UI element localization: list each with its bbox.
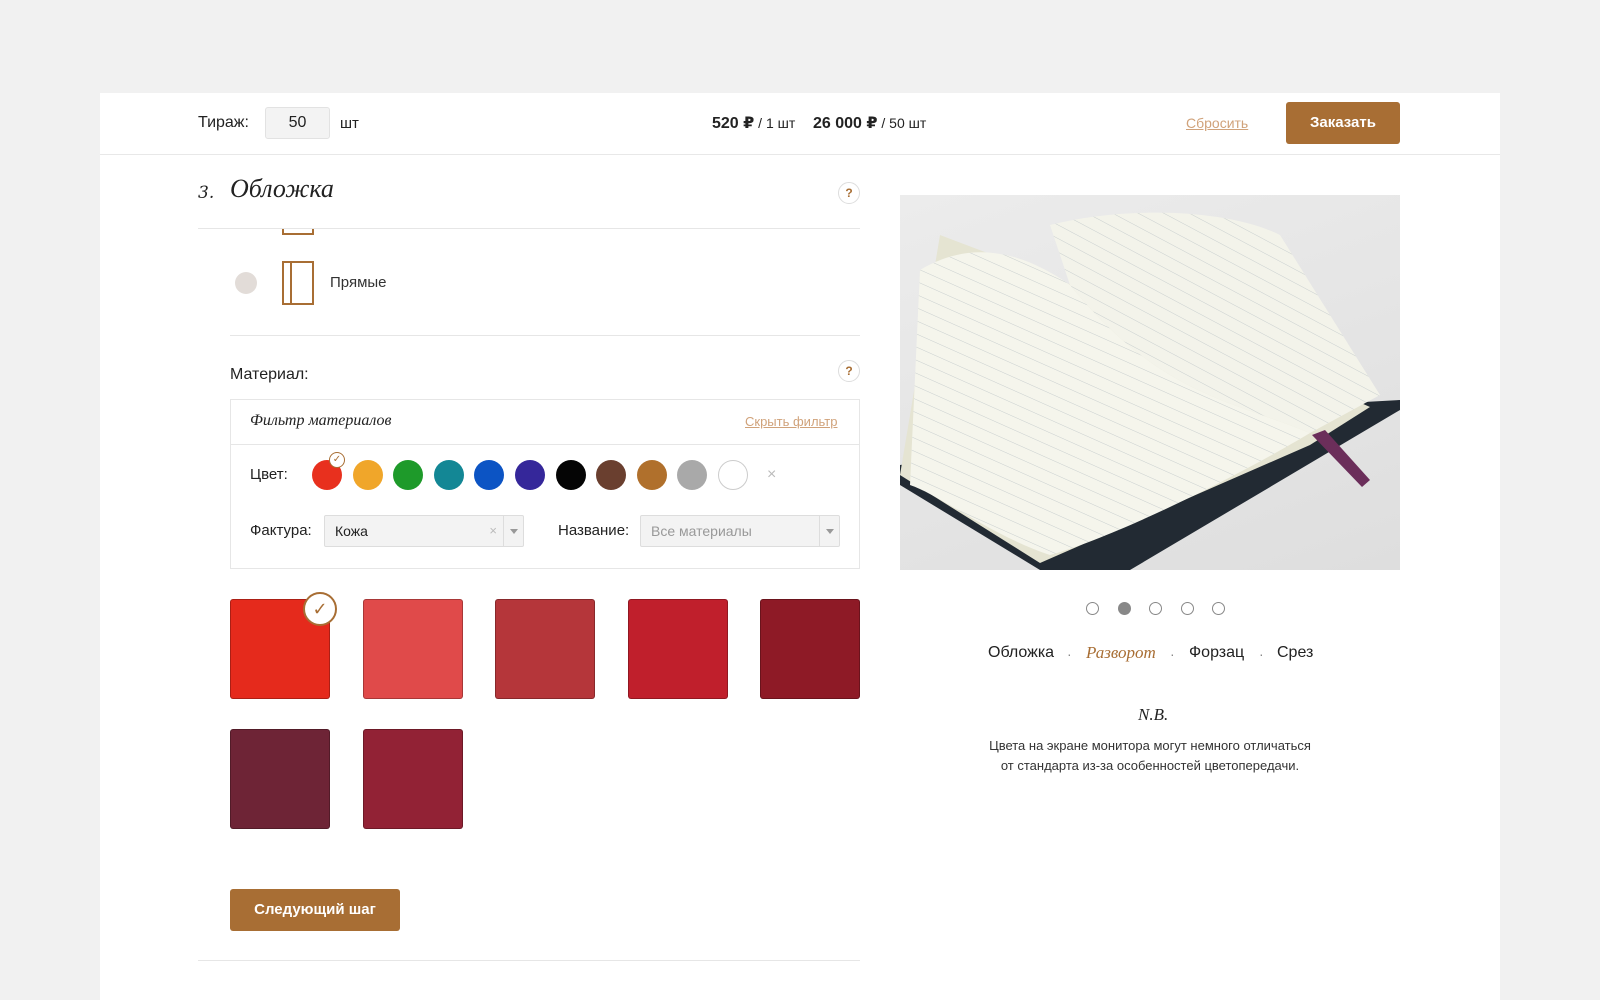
color-swatch[interactable] (636, 460, 667, 490)
color-swatch[interactable] (433, 460, 464, 490)
straight-corner-icon (282, 261, 314, 305)
slide-dot[interactable] (1086, 602, 1099, 615)
slide-dot[interactable] (1212, 602, 1225, 615)
chevron-down-icon[interactable] (503, 516, 523, 546)
corner-radio[interactable] (235, 272, 257, 294)
color-swatch[interactable] (718, 460, 748, 490)
next-step-button[interactable]: Следующий шаг (230, 889, 400, 931)
material-help-icon[interactable]: ? (838, 360, 860, 382)
nb-text: Цвета на экране монитора могут немного о… (960, 736, 1340, 776)
color-swatch[interactable] (515, 460, 545, 490)
view-tab-endpaper[interactable]: Форзац (1189, 644, 1244, 662)
texture-label: Фактура: (250, 522, 312, 539)
slide-dot[interactable] (1117, 602, 1131, 615)
corner-option-label[interactable]: Прямые (330, 274, 387, 291)
total-price-value: 26 000 ₽ (813, 115, 878, 132)
material-label: Материал: (230, 366, 309, 383)
nb-line-1: Цвета на экране монитора могут немного о… (989, 738, 1311, 753)
color-swatch[interactable] (555, 460, 586, 490)
unit-price-suffix: / 1 шт (754, 115, 796, 131)
corner-option-icon-partial (282, 229, 314, 235)
quantity-unit: шт (340, 115, 359, 132)
divider (198, 960, 860, 961)
nb-title: N.B. (1138, 705, 1169, 724)
notebook-spread-illustration (900, 212, 1400, 570)
texture-value: Кожа (335, 523, 368, 539)
name-placeholder: Все материалы (651, 523, 752, 539)
material-tile[interactable] (760, 599, 860, 699)
filter-divider (231, 444, 859, 445)
slide-dot[interactable] (1149, 602, 1162, 615)
step-number: 3. (198, 183, 215, 203)
material-tile[interactable] (495, 599, 595, 699)
texture-select[interactable]: Кожа × (324, 515, 524, 547)
selected-check-icon: ✓ (329, 452, 345, 468)
view-separator: · (1170, 646, 1175, 662)
color-swatch[interactable] (393, 460, 424, 490)
material-tile[interactable] (230, 729, 330, 829)
hide-filter-link[interactable]: Скрыть фильтр (745, 414, 837, 429)
total-price: 26 000 ₽ / 50 шт (813, 113, 926, 133)
order-button[interactable]: Заказать (1286, 102, 1400, 144)
material-tile[interactable] (362, 729, 463, 829)
slide-dot[interactable] (1180, 602, 1194, 615)
clear-colors-icon[interactable]: × (767, 466, 776, 484)
chevron-down-icon[interactable] (819, 516, 839, 546)
view-separator: · (1259, 646, 1264, 662)
cover-help-icon[interactable]: ? (838, 182, 860, 204)
material-tile[interactable] (362, 599, 463, 699)
name-select[interactable]: Все материалы (640, 515, 840, 547)
quantity-label: Тираж: (198, 114, 249, 131)
nb-line-2: от стандарта из-за особенностей цветопер… (1000, 758, 1300, 773)
view-tab-spread[interactable]: Разворот (1086, 643, 1156, 663)
color-swatch[interactable] (352, 460, 383, 490)
notebook-preview-image (900, 195, 1400, 570)
step-title: Обложка (230, 174, 334, 203)
name-label: Название: (558, 522, 630, 539)
unit-price-value: 520 ₽ (712, 115, 755, 132)
quantity-input[interactable]: 50 (265, 107, 330, 139)
total-price-suffix: / 50 шт (877, 115, 927, 131)
view-tab-edge[interactable]: Срез (1277, 644, 1313, 662)
selected-check-icon: ✓ (303, 592, 337, 626)
color-swatch[interactable] (596, 460, 627, 490)
divider (230, 335, 860, 336)
reset-link[interactable]: Сбросить (1186, 115, 1248, 131)
view-tab-cover[interactable]: Обложка (988, 644, 1054, 662)
view-separator: · (1067, 646, 1072, 662)
material-tile[interactable] (627, 599, 728, 699)
spine-line (290, 263, 292, 303)
unit-price: 520 ₽ / 1 шт (712, 113, 795, 133)
texture-clear-icon[interactable]: × (489, 516, 497, 546)
filter-title: Фильтр материалов (250, 412, 392, 429)
color-filter-label: Цвет: (250, 466, 288, 483)
